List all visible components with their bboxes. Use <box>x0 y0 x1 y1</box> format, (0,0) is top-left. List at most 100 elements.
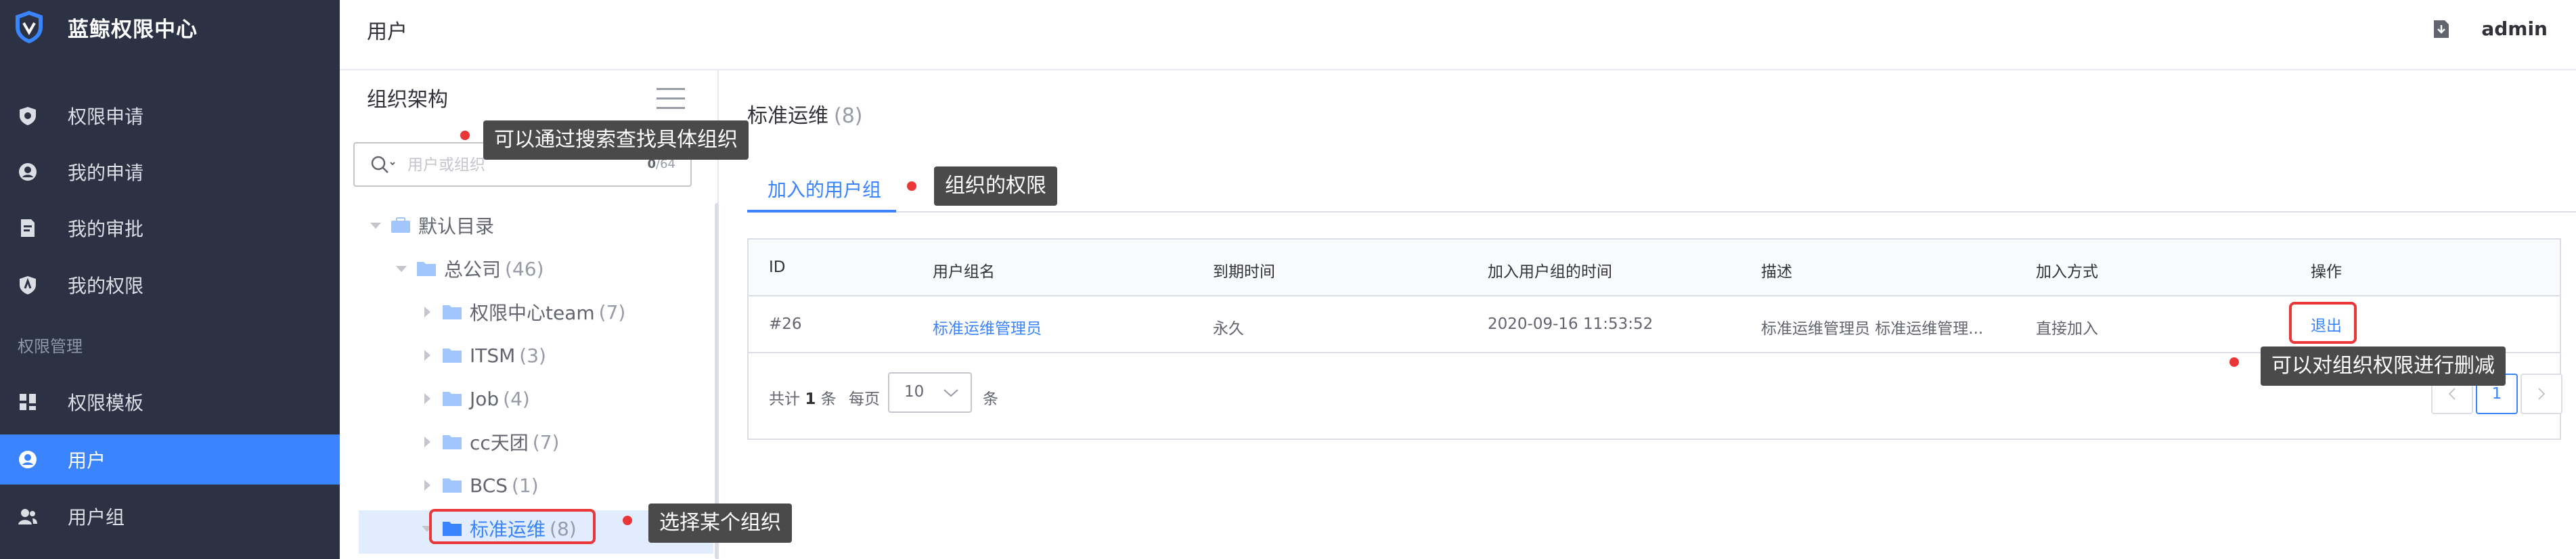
total-value: 1 <box>805 390 816 408</box>
chevron-left-icon <box>2448 388 2456 400</box>
page-title: 用户 <box>367 20 407 44</box>
tree-node-count: (1) <box>512 474 539 497</box>
annotation-tab-tip: 组织的权限 <box>934 166 1057 206</box>
sidebar-item-my-approval[interactable]: 我的审批 <box>0 203 340 253</box>
my-permission-icon <box>20 276 36 294</box>
caret-right-icon[interactable] <box>418 476 436 494</box>
column-header-action: 操作 <box>2311 263 2342 281</box>
annotation-select-highlight <box>429 509 596 544</box>
annotation-dot <box>907 181 916 191</box>
caret-right-icon[interactable] <box>418 390 436 407</box>
caret-down-icon[interactable] <box>367 217 384 234</box>
column-header-join-type[interactable]: 加入方式 <box>2036 259 2098 282</box>
cell-expire: 永久 <box>1213 320 1244 338</box>
top-header: 用户 admin <box>340 0 2576 70</box>
tree-node-itsm[interactable]: ITSM (3) <box>418 338 546 372</box>
template-icon <box>20 394 36 410</box>
tree-node-default-directory[interactable]: 默认目录 <box>367 208 494 242</box>
user-icon <box>19 451 37 468</box>
folder-icon <box>443 305 462 319</box>
cell-join-type: 直接加入 <box>2036 320 2098 338</box>
group-name-link[interactable]: 标准运维管理员 <box>933 315 1042 338</box>
tree-node-count: (4) <box>503 387 530 410</box>
total-count: 共计 1 条 <box>769 386 837 409</box>
tree-node-label: 默认目录 <box>418 215 495 238</box>
sidebar-item-user-group[interactable]: 用户组 <box>0 491 340 541</box>
annotation-dot <box>460 131 470 140</box>
sidebar-item-label: 我的审批 <box>68 218 144 240</box>
sidebar-item-label: 权限申请 <box>68 106 144 128</box>
column-header-description[interactable]: 描述 <box>1761 259 1792 282</box>
annotation-action-tip: 可以对组织权限进行删减 <box>2261 346 2506 386</box>
permission-apply-icon <box>20 107 36 125</box>
my-approval-icon <box>21 219 35 237</box>
sidebar: 蓝鲸权限中心 权限申请 我的申请 我的审批 我的权限 权限管理 权限模板 用户 … <box>0 0 340 559</box>
org-member-count: (8) <box>834 104 863 128</box>
sidebar-group-label: 权限管理 <box>18 337 83 356</box>
caret-right-icon[interactable] <box>418 346 436 364</box>
org-detail-title: 标准运维 (8) <box>747 99 863 129</box>
sidebar-item-my-permission[interactable]: 我的权限 <box>0 260 340 310</box>
tree-node-bcs[interactable]: BCS (1) <box>418 468 539 502</box>
folder-icon <box>443 392 462 406</box>
sidebar-item-user[interactable]: 用户 <box>0 434 340 485</box>
annotation-dot <box>623 516 632 525</box>
tree-node-count: (7) <box>598 300 626 323</box>
caret-right-icon[interactable] <box>418 433 436 451</box>
column-header-group-name[interactable]: 用户组名 <box>933 259 995 282</box>
annotation-action-highlight <box>2289 302 2357 344</box>
current-username[interactable]: admin <box>2481 18 2548 40</box>
sidebar-item-label: 权限模板 <box>68 392 144 414</box>
tree-node-label: cc天团 <box>470 432 529 454</box>
search-icon <box>371 156 395 173</box>
per-page-value: 10 <box>904 383 925 401</box>
user-menu[interactable]: admin <box>2431 18 2548 40</box>
caret-down-icon[interactable] <box>393 260 410 277</box>
download-doc-icon[interactable] <box>2431 19 2451 39</box>
tree-node-label: BCS <box>470 474 508 497</box>
annotation-dot <box>2229 357 2239 367</box>
tree-node-job[interactable]: Job (4) <box>418 382 530 416</box>
active-tab-indicator <box>747 210 896 213</box>
folder-icon <box>417 262 436 276</box>
brand[interactable]: 蓝鲸权限中心 <box>0 0 340 54</box>
total-suffix: 条 <box>820 390 837 408</box>
table-row: #26 标准运维管理员 永久 2020-09-16 11:53:52 标准运维管… <box>749 296 2560 353</box>
tree-node-count: (3) <box>519 344 546 367</box>
tree-node-permission-team[interactable]: 权限中心team (7) <box>418 295 625 329</box>
tree-node-label: ITSM <box>470 344 516 367</box>
tab-joined-groups[interactable]: 加入的用户组 <box>747 165 902 213</box>
annotation-search-tip: 可以通过搜索查找具体组织 <box>483 120 749 160</box>
sidebar-item-label: 我的申请 <box>68 162 144 184</box>
tree-node-count: (46) <box>505 257 544 280</box>
cell-joined-at: 2020-09-16 11:53:52 <box>1488 315 1653 333</box>
caret-right-icon[interactable] <box>418 303 436 321</box>
per-page-select[interactable]: 10 <box>888 372 972 413</box>
table-header: ID 用户组名 到期时间 加入用户组的时间 描述 加入方式 操作 <box>749 240 2560 296</box>
per-page-unit: 条 <box>983 390 998 408</box>
sidebar-item-template[interactable]: 权限模板 <box>0 377 340 427</box>
next-page-button[interactable] <box>2521 374 2562 414</box>
cell-description: 标准运维管理员 标准运维管理... <box>1761 320 1984 338</box>
app-title: 蓝鲸权限中心 <box>68 18 198 42</box>
tree-node-cc-team[interactable]: cc天团 (7) <box>418 425 559 459</box>
app-logo-icon <box>16 11 43 43</box>
annotation-select-tip: 选择某个组织 <box>648 504 792 543</box>
my-apply-icon <box>19 163 37 181</box>
cell-id: #26 <box>769 315 802 333</box>
column-header-id[interactable]: ID <box>769 259 786 276</box>
tab-label: 加入的用户组 <box>768 179 882 201</box>
folder-icon <box>443 478 462 493</box>
tree-node-head-office[interactable]: 总公司 (46) <box>393 252 544 286</box>
org-tree-title: 组织架构 <box>367 88 448 112</box>
column-header-joined-at[interactable]: 加入用户组的时间 <box>1488 259 1612 282</box>
column-header-expire[interactable]: 到期时间 <box>1213 259 1275 282</box>
hamburger-menu-icon[interactable] <box>655 85 686 112</box>
tree-node-count: (7) <box>532 430 560 453</box>
tree-node-label: 权限中心team <box>470 302 595 324</box>
user-group-icon <box>18 509 37 524</box>
chevron-down-icon <box>943 389 958 397</box>
sidebar-item-permission-apply[interactable]: 权限申请 <box>0 91 340 141</box>
folder-icon <box>443 435 462 449</box>
sidebar-item-my-apply[interactable]: 我的申请 <box>0 147 340 197</box>
